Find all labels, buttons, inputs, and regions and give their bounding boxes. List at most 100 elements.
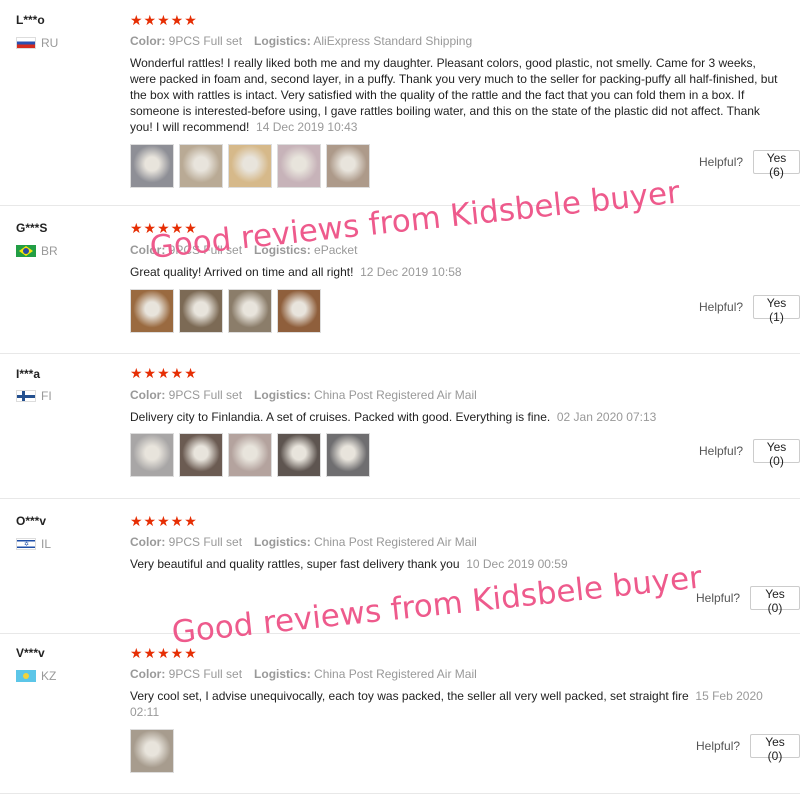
order-info: Color: 9PCS Full set Logistics: AliExpres…: [130, 34, 472, 48]
order-info: Color: 9PCS Full set Logistics: China Pos…: [130, 667, 477, 681]
logistics-value: China Post Registered Air Mail: [314, 667, 477, 681]
review-photo[interactable]: [130, 289, 174, 333]
israel-flag-icon: ✡: [16, 538, 36, 550]
reviewer-name: G***S: [16, 221, 48, 235]
review-body: Very beautiful and quality rattles, supe…: [130, 557, 460, 571]
review-photos: [130, 144, 370, 188]
review-date: 10 Dec 2019 00:59: [466, 557, 568, 571]
helpful-label: Helpful?: [699, 444, 744, 458]
logistics-label: Logistics:: [254, 535, 311, 549]
review-text: Very cool set, I advise unequivocally, e…: [130, 688, 785, 720]
country-code: IL: [41, 537, 52, 551]
country-code: BR: [41, 244, 58, 258]
country-code: FI: [41, 389, 52, 403]
finland-flag-icon: [16, 390, 36, 402]
review-photo[interactable]: [277, 144, 321, 188]
color-value: 9PCS Full set: [168, 388, 243, 402]
review-date: 12 Dec 2019 10:58: [360, 265, 462, 279]
country-code: RU: [41, 36, 59, 50]
star-rating: ★★★★★: [130, 220, 198, 236]
review-card: O***v ✡ IL ★★★★★ Color: 9PCS Full set Log…: [0, 498, 800, 634]
review-photos: [130, 433, 370, 477]
review-photo[interactable]: [228, 289, 272, 333]
color-label: Color:: [130, 243, 166, 257]
review-body: Great quality! Arrived on time and all r…: [130, 265, 354, 279]
color-value: 9PCS Full set: [168, 34, 243, 48]
reviewer-country: RU: [16, 36, 58, 50]
logistics-value: AliExpress Standard Shipping: [313, 34, 473, 48]
logistics-label: Logistics:: [254, 34, 311, 48]
review-photo[interactable]: [228, 433, 272, 477]
review-text: Delivery city to Finlandia. A set of cru…: [130, 409, 785, 425]
helpful-vote: Helpful? Yes (0): [696, 586, 800, 615]
review-photo[interactable]: [130, 144, 174, 188]
review-card: I***a FI ★★★★★ Color: 9PCS Full set Logis…: [0, 353, 800, 499]
color-value: 9PCS Full set: [168, 667, 243, 681]
review-photo[interactable]: [179, 433, 223, 477]
reviewer-name: V***v: [16, 646, 45, 660]
country-code: KZ: [41, 669, 57, 683]
helpful-label: Helpful?: [696, 591, 741, 605]
color-label: Color:: [130, 34, 166, 48]
reviewer-country: FI: [16, 389, 52, 403]
order-info: Color: 9PCS Full set Logistics: China Pos…: [130, 535, 477, 549]
logistics-value: China Post Registered Air Mail: [314, 535, 477, 549]
helpful-yes-button[interactable]: Yes (0): [753, 439, 800, 468]
logistics-label: Logistics:: [254, 667, 311, 681]
helpful-label: Helpful?: [699, 155, 744, 169]
reviewer-name: I***a: [16, 367, 41, 381]
russia-flag-icon: [16, 37, 36, 49]
review-text: Great quality! Arrived on time and all r…: [130, 264, 785, 280]
star-rating: ★★★★★: [130, 12, 198, 28]
reviewer-country: BR: [16, 244, 58, 258]
helpful-vote: Helpful? Yes (0): [699, 439, 800, 468]
brazil-flag-icon: [16, 245, 36, 257]
review-body: Wonderful rattles! I really liked both m…: [130, 56, 778, 134]
helpful-yes-button[interactable]: Yes (1): [753, 295, 800, 324]
review-body: Very cool set, I advise unequivocally, e…: [130, 689, 689, 703]
review-photo[interactable]: [130, 729, 174, 773]
helpful-label: Helpful?: [699, 300, 744, 314]
helpful-yes-button[interactable]: Yes (0): [750, 586, 800, 615]
review-photo[interactable]: [326, 144, 370, 188]
helpful-vote: Helpful? Yes (0): [696, 734, 800, 763]
logistics-label: Logistics:: [254, 388, 311, 402]
review-card: G***S BR ★★★★★ Color: 9PCS Full set Logis…: [0, 205, 800, 354]
reviewer-country: ✡ IL: [16, 537, 51, 551]
helpful-vote: Helpful? Yes (6): [699, 150, 800, 179]
review-photo[interactable]: [277, 289, 321, 333]
logistics-value: ePacket: [314, 243, 358, 257]
order-info: Color: 9PCS Full set Logistics: ePacket: [130, 243, 357, 257]
color-value: 9PCS Full set: [168, 243, 243, 257]
star-rating: ★★★★★: [130, 645, 198, 661]
review-photo[interactable]: [326, 433, 370, 477]
helpful-yes-button[interactable]: Yes (6): [753, 150, 800, 179]
review-photos: [130, 729, 174, 773]
logistics-label: Logistics:: [254, 243, 311, 257]
review-date: 02 Jan 2020 07:13: [556, 410, 657, 424]
review-photo[interactable]: [228, 144, 272, 188]
color-value: 9PCS Full set: [168, 535, 243, 549]
review-text: Very beautiful and quality rattles, supe…: [130, 556, 785, 572]
review-photos: [130, 289, 321, 333]
review-date: 14 Dec 2019 10:43: [256, 120, 358, 134]
review-photo[interactable]: [179, 144, 223, 188]
reviewer-name: O***v: [16, 514, 47, 528]
helpful-yes-button[interactable]: Yes (0): [750, 734, 800, 763]
kazakhstan-flag-icon: [16, 670, 36, 682]
review-photo[interactable]: [277, 433, 321, 477]
helpful-label: Helpful?: [696, 739, 741, 753]
helpful-vote: Helpful? Yes (1): [699, 295, 800, 324]
reviewer-name: L***o: [16, 13, 45, 27]
review-photo[interactable]: [130, 433, 174, 477]
star-rating: ★★★★★: [130, 365, 198, 381]
logistics-value: China Post Registered Air Mail: [314, 388, 477, 402]
review-card: L***o RU ★★★★★ Color: 9PCS Full set Logis…: [0, 0, 800, 206]
color-label: Color:: [130, 535, 166, 549]
review-photo[interactable]: [179, 289, 223, 333]
review-text: Wonderful rattles! I really liked both m…: [130, 55, 785, 135]
star-rating: ★★★★★: [130, 513, 198, 529]
review-body: Delivery city to Finlandia. A set of cru…: [130, 410, 551, 424]
reviewer-country: KZ: [16, 669, 56, 683]
color-label: Color:: [130, 388, 166, 402]
